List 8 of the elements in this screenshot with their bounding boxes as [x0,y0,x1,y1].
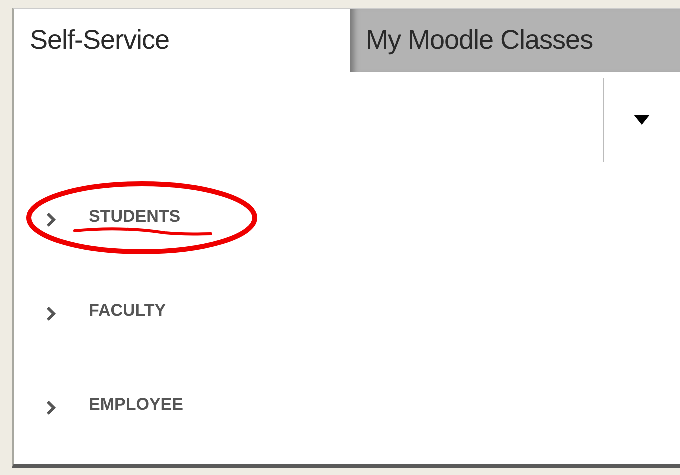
chevron-icon [46,400,56,416]
tab[interactable]: My Moodle Classes [350,9,680,72]
menu-link[interactable]: FACULTY [89,301,166,321]
menu-link[interactable]: EMPLOYEE [89,395,184,415]
chevron-icon [46,212,56,228]
caret-icon [634,115,650,125]
chevron-icon [46,306,56,322]
menu-link[interactable]: STUDENTS [89,207,181,227]
